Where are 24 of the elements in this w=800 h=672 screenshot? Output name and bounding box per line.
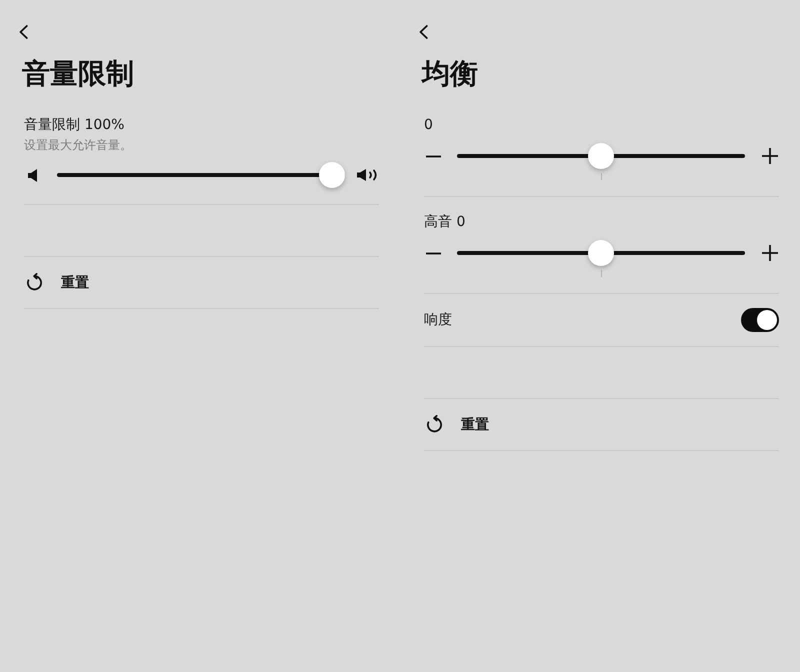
reset-button[interactable]: 重置 xyxy=(425,415,489,434)
speaker-waves-icon xyxy=(357,168,379,182)
page-title: 均衡 xyxy=(422,56,479,92)
page-title: 音量限制 xyxy=(22,56,135,92)
slider-description: 设置最大允许音量。 xyxy=(24,137,133,154)
slider-thumb[interactable] xyxy=(588,240,614,266)
setting-label: 响度 xyxy=(424,311,452,330)
slider-track[interactable] xyxy=(57,162,345,188)
slider-thumb[interactable] xyxy=(319,162,345,188)
slider-label: 音量限制 100% xyxy=(24,116,126,135)
reset-button[interactable]: 重置 xyxy=(25,273,89,292)
toggle-switch[interactable] xyxy=(741,308,779,332)
plus-icon[interactable] xyxy=(762,148,778,164)
slider-label: 高音 0 xyxy=(424,213,466,232)
speaker-icon xyxy=(28,168,37,182)
plus-icon[interactable] xyxy=(762,245,778,261)
slider-track[interactable] xyxy=(457,240,745,266)
back-icon xyxy=(418,25,428,39)
slider-label: 0 xyxy=(424,116,434,135)
circular-arrow-icon xyxy=(425,415,444,434)
circular-arrow-icon xyxy=(25,273,44,292)
slider-thumb[interactable] xyxy=(588,143,614,169)
slider-track[interactable] xyxy=(457,143,745,169)
back-icon xyxy=(18,25,28,39)
